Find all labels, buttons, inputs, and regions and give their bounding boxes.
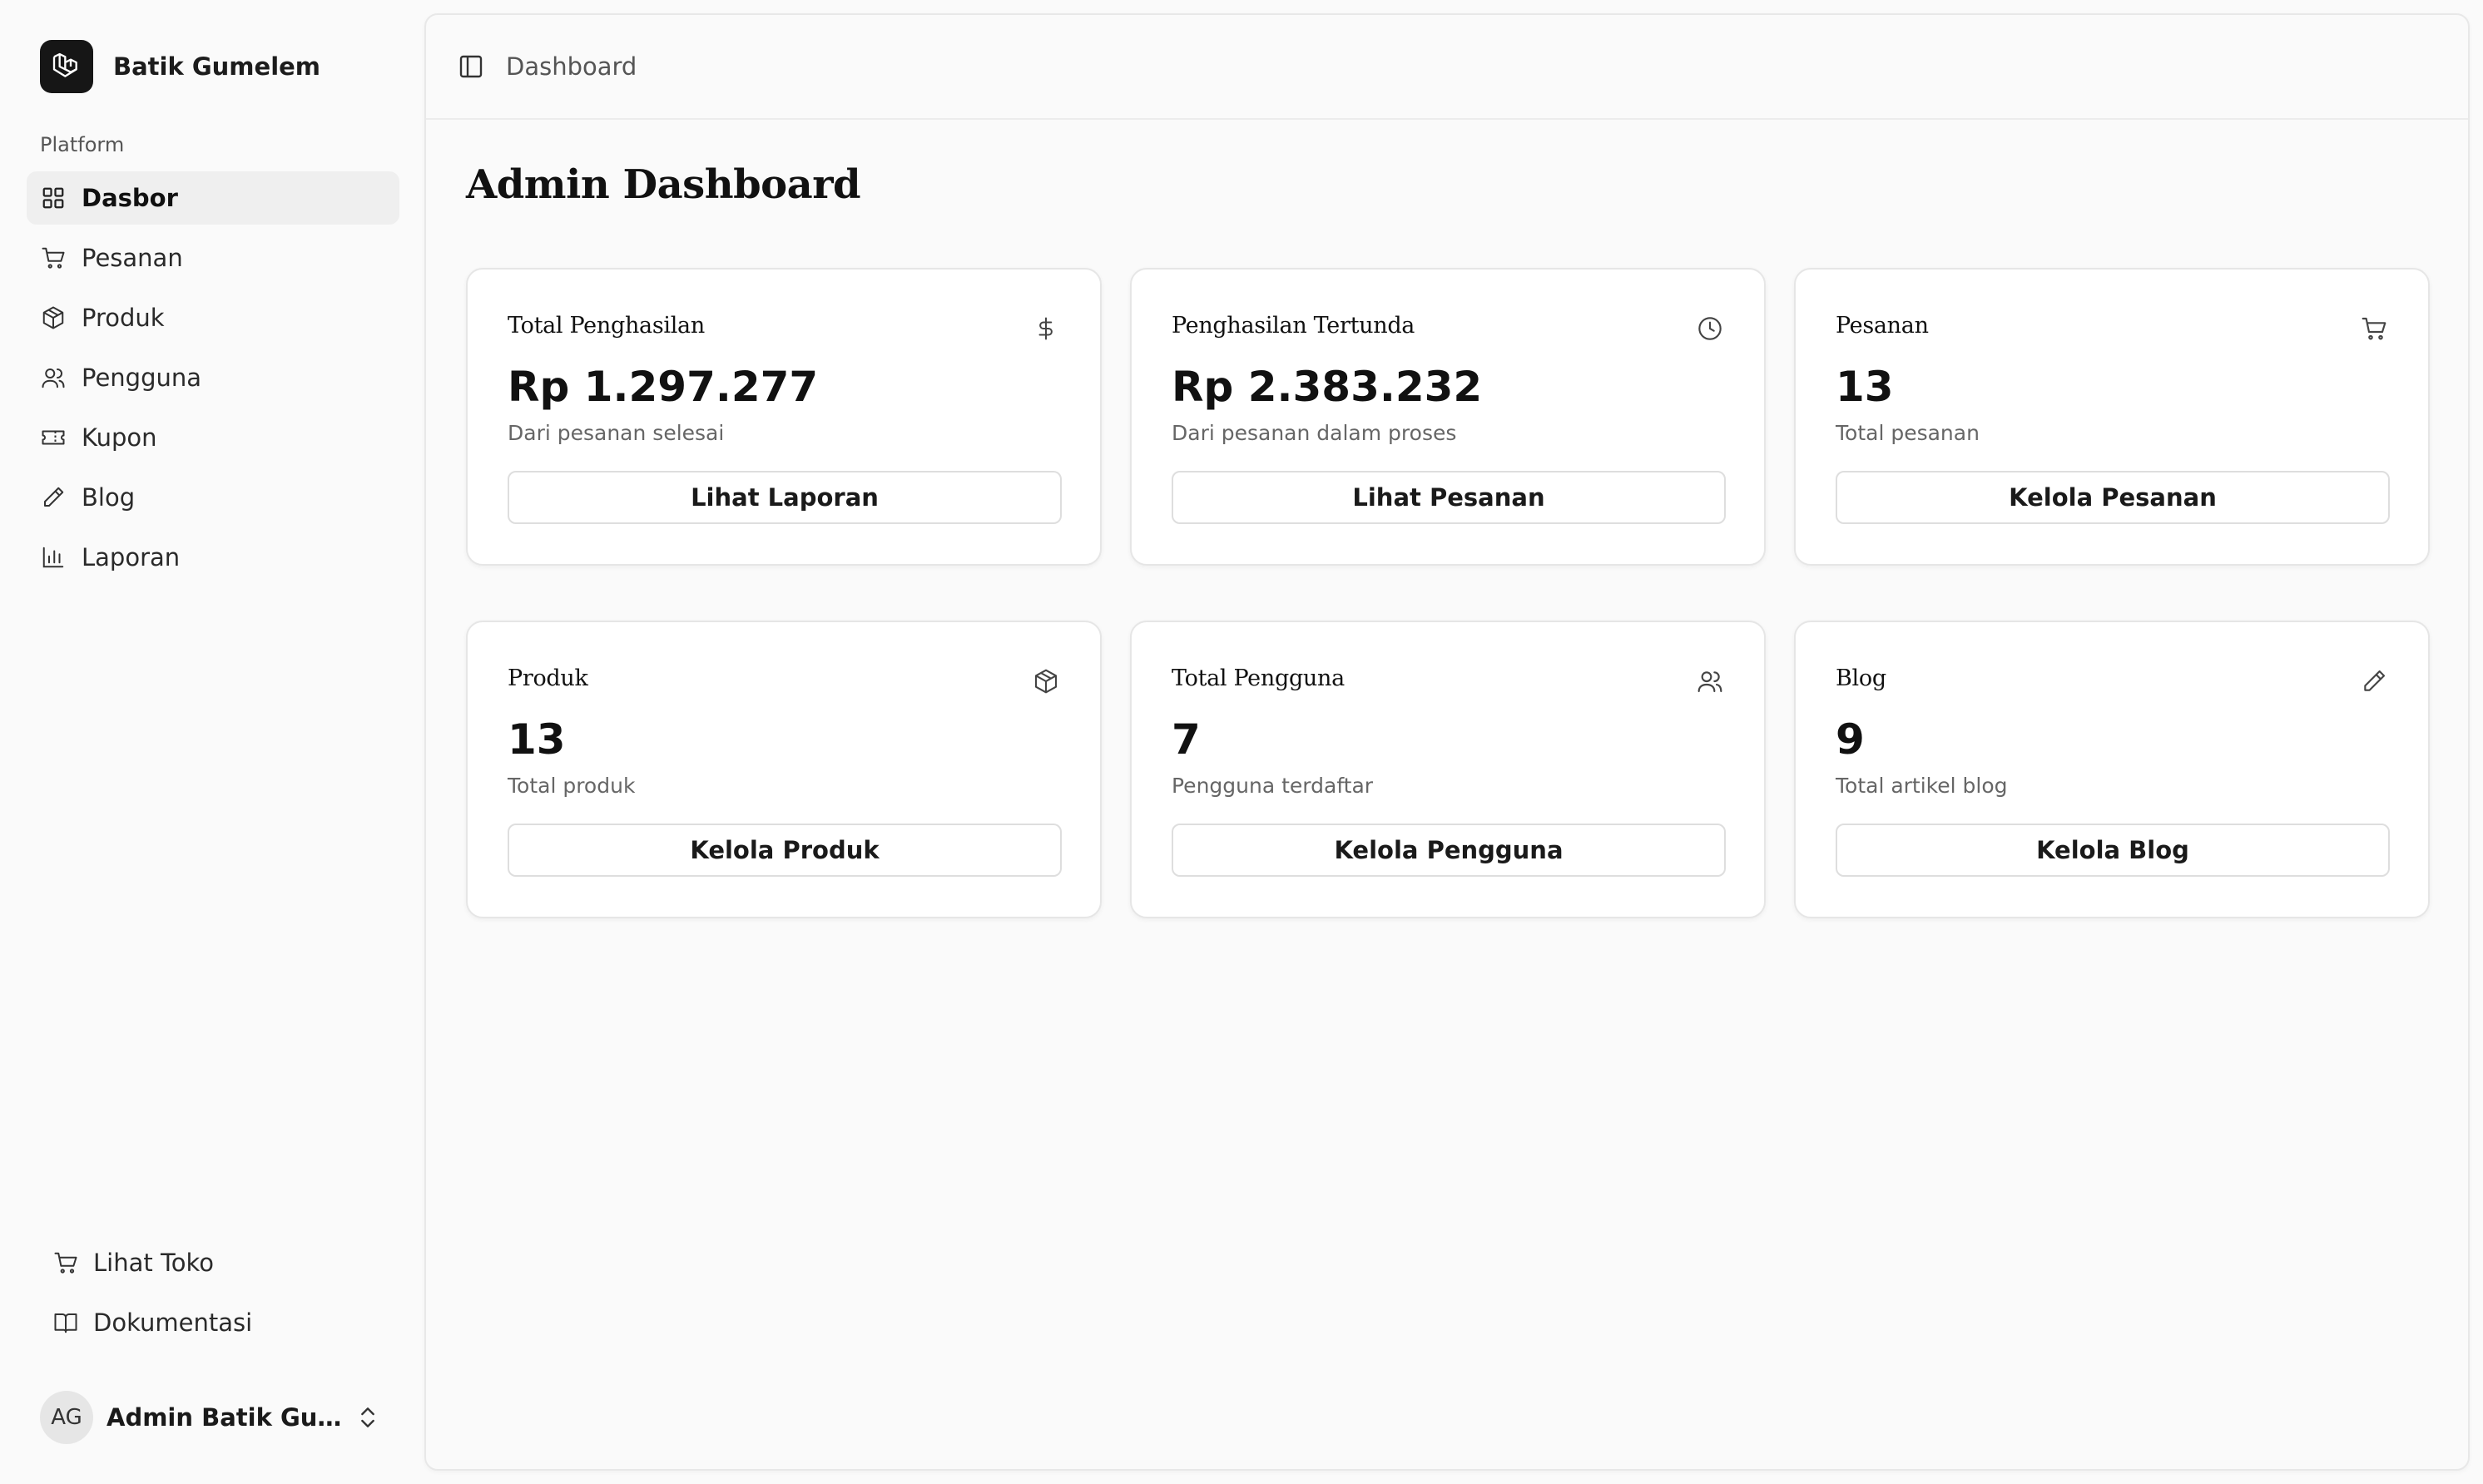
sidebar-item-laporan[interactable]: Laporan	[27, 531, 399, 584]
cart-icon	[2360, 314, 2388, 343]
breadcrumb[interactable]: Dashboard	[506, 52, 637, 81]
kelola-blog-button[interactable]: Kelola Blog	[1836, 824, 2390, 877]
card-title: Produk	[508, 665, 588, 691]
bar-chart-icon	[40, 544, 67, 571]
brand[interactable]: Batik Gumelem	[40, 40, 320, 93]
clock-icon	[1696, 314, 1724, 343]
topbar: Dashboard	[426, 15, 2468, 120]
card-title: Total Pengguna	[1172, 665, 1345, 691]
card-value: 9	[1836, 715, 1865, 764]
sidebar-toggle-icon[interactable]	[456, 52, 486, 82]
cart-icon	[53, 1250, 78, 1275]
avatar: AG	[40, 1391, 93, 1444]
lihat-pesanan-button[interactable]: Lihat Pesanan	[1172, 471, 1726, 524]
sidebar-item-dasbor[interactable]: Dasbor	[27, 171, 399, 225]
stats-cards: Total Penghasilan Rp 1.297.277 Dari pesa…	[466, 268, 2430, 918]
sidebar-item-label: Blog	[82, 483, 136, 512]
sidebar-item-label: Produk	[82, 304, 165, 332]
sidebar-item-kupon[interactable]: Kupon	[27, 411, 399, 464]
card-title: Total Penghasilan	[508, 313, 705, 339]
pencil-icon	[40, 484, 67, 511]
sidebar-item-pesanan[interactable]: Pesanan	[27, 231, 399, 284]
card-total-penghasilan: Total Penghasilan Rp 1.297.277 Dari pesa…	[466, 268, 1102, 566]
lihat-laporan-button[interactable]: Lihat Laporan	[508, 471, 1062, 524]
card-subtitle: Total produk	[508, 774, 636, 798]
card-penghasilan-tertunda: Penghasilan Tertunda Rp 2.383.232 Dari p…	[1130, 268, 1766, 566]
sidebar-item-label: Pengguna	[82, 364, 202, 392]
users-icon	[40, 364, 67, 391]
sidebar-item-label: Kupon	[82, 423, 157, 452]
card-pesanan: Pesanan 13 Total pesanan Kelola Pesanan	[1794, 268, 2430, 566]
card-total-pengguna: Total Pengguna 7 Pengguna terdaftar Kelo…	[1130, 621, 1766, 918]
brand-name: Batik Gumelem	[113, 52, 321, 81]
card-subtitle: Total artikel blog	[1836, 774, 2008, 798]
dokumentasi-link[interactable]: Dokumentasi	[40, 1296, 399, 1349]
card-value: 13	[1836, 363, 1894, 411]
page-title: Admin Dashboard	[466, 161, 861, 208]
sidebar-nav: Dasbor Pesanan Produk Pengguna Kupon Blo…	[27, 171, 399, 591]
book-icon	[53, 1310, 78, 1335]
card-blog: Blog 9 Total artikel blog Kelola Blog	[1794, 621, 2430, 918]
sidebar-footer-nav: Lihat Toko Dokumentasi	[40, 1236, 399, 1356]
user-name: Admin Batik Gume...	[107, 1403, 348, 1432]
card-value: 13	[508, 715, 566, 764]
sidebar-item-blog[interactable]: Blog	[27, 471, 399, 524]
lihat-toko-link[interactable]: Lihat Toko	[40, 1236, 399, 1289]
user-menu[interactable]: AG Admin Batik Gume...	[40, 1391, 389, 1444]
cart-icon	[40, 245, 67, 271]
ticket-icon	[40, 424, 67, 451]
card-subtitle: Pengguna terdaftar	[1172, 774, 1374, 798]
card-produk: Produk 13 Total produk Kelola Produk	[466, 621, 1102, 918]
kelola-pengguna-button[interactable]: Kelola Pengguna	[1172, 824, 1726, 877]
card-value: Rp 2.383.232	[1172, 363, 1483, 411]
sidebar-item-label: Pesanan	[82, 244, 183, 272]
card-title: Penghasilan Tertunda	[1172, 313, 1415, 339]
main-content: Dashboard Admin Dashboard Total Penghasi…	[424, 13, 2470, 1471]
grid-icon	[40, 185, 67, 211]
users-icon	[1696, 667, 1724, 695]
pencil-icon	[2360, 667, 2388, 695]
card-subtitle: Dari pesanan dalam proses	[1172, 421, 1457, 445]
sidebar-item-label: Laporan	[82, 543, 181, 571]
box-icon	[40, 304, 67, 331]
box-icon	[1032, 667, 1060, 695]
card-title: Blog	[1836, 665, 1886, 691]
card-value: 7	[1172, 715, 1201, 764]
kelola-pesanan-button[interactable]: Kelola Pesanan	[1836, 471, 2390, 524]
sidebar-item-pengguna[interactable]: Pengguna	[27, 351, 399, 404]
chevrons-up-down-icon	[354, 1404, 381, 1431]
footer-item-label: Dokumentasi	[93, 1308, 253, 1337]
sidebar: Batik Gumelem Platform Dasbor Pesanan Pr…	[0, 0, 424, 1484]
kelola-produk-button[interactable]: Kelola Produk	[508, 824, 1062, 877]
laravel-logo-icon	[40, 40, 93, 93]
card-value: Rp 1.297.277	[508, 363, 819, 411]
card-subtitle: Dari pesanan selesai	[508, 421, 725, 445]
footer-item-label: Lihat Toko	[93, 1249, 214, 1277]
sidebar-item-label: Dasbor	[82, 184, 178, 212]
dollar-icon	[1032, 314, 1060, 343]
card-subtitle: Total pesanan	[1836, 421, 1980, 445]
sidebar-item-produk[interactable]: Produk	[27, 291, 399, 344]
card-title: Pesanan	[1836, 313, 1929, 339]
nav-group-label: Platform	[40, 133, 125, 156]
